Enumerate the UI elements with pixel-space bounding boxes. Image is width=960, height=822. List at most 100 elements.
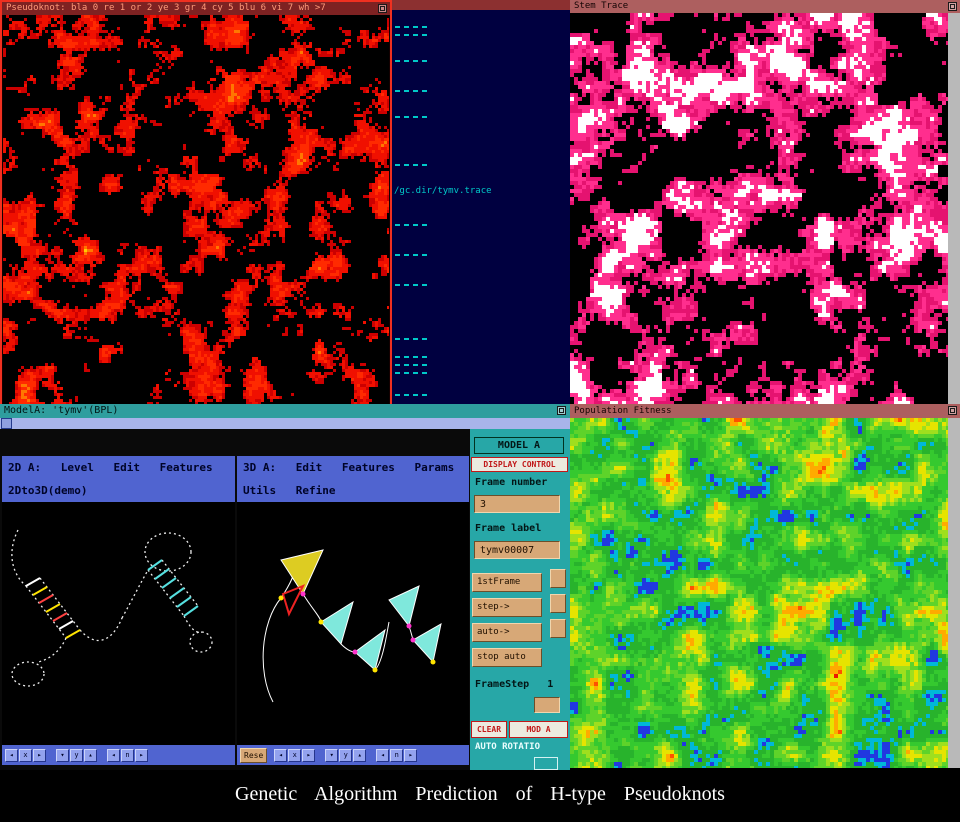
caption-text: Genetic Algorithm Prediction of H-type P… [0, 770, 960, 806]
pseudoknot-heatmap [3, 15, 389, 404]
terminal-window[interactable]: /gc.dir/tymv.trace [392, 0, 570, 404]
population-fitness-title: Population Fitness [574, 406, 672, 416]
caption-bar: Genetic Algorithm Prediction of H-type P… [0, 770, 960, 822]
stem-trace-title: Stem Trace [574, 1, 628, 11]
scroll-right-arrow[interactable]: ▸ [302, 749, 315, 762]
window-menu-icon[interactable] [948, 406, 957, 415]
population-fitness-window: Population Fitness [570, 404, 960, 768]
rna-3d-structure-drawing [237, 502, 469, 745]
scroll-nub[interactable] [1, 418, 12, 429]
window-menu-icon[interactable] [378, 4, 387, 13]
frame-step--button[interactable]: step-> [472, 598, 542, 617]
frame-stop-auto-button[interactable]: stop auto [472, 648, 542, 667]
display-control-panel: MODEL A DISPLAY CONTROL Frame number 3 F… [470, 429, 570, 770]
model-viewer-window: ModelA: 'tymv'(BPL) 2D A: Level Edit Fea… [0, 404, 570, 770]
dash-line [395, 394, 427, 396]
pseudoknot-titlebar[interactable]: Pseudoknot: bla 0 re 1 or 2 ye 3 gr 4 cy… [2, 2, 390, 15]
rna-2d-structure-drawing [2, 502, 235, 745]
menu-2dto3d-demo[interactable]: 2Dto3D(demo) [8, 484, 87, 497]
dash-line [395, 372, 427, 374]
dash-line [395, 60, 427, 62]
model-viewer-title: ModelA: 'tymv'(BPL) [4, 405, 118, 416]
frame-label-label: Frame label [475, 523, 541, 534]
scroll-y-button[interactable]: y [339, 749, 352, 762]
window-menu-icon[interactable] [557, 406, 566, 415]
dash-line [395, 90, 427, 92]
menu-edit[interactable]: Edit [296, 461, 323, 474]
scroll-y-button[interactable]: y [70, 749, 83, 762]
frame-step-value: 1 [547, 679, 553, 690]
menu-edit[interactable]: Edit [114, 461, 141, 474]
dash-line [395, 116, 427, 118]
dash-line [395, 34, 427, 36]
dash-line [395, 356, 427, 358]
menu-features[interactable]: Features [342, 461, 395, 474]
dash-line [395, 364, 427, 366]
frame-number-label: Frame number [475, 477, 547, 488]
scroll-n-button[interactable]: n [121, 749, 134, 762]
panel-3d-scroll-controls: Rese ◂x▸▾y▴◂n▸ [237, 745, 469, 765]
frame-number-field[interactable]: 3 [474, 495, 560, 513]
scroll-left-arrow[interactable]: ◂ [107, 749, 120, 762]
desktop: Pseudoknot: bla 0 re 1 or 2 ye 3 gr 4 cy… [0, 0, 960, 822]
frame-button-toggle[interactable] [550, 569, 566, 588]
scroll-right-arrow[interactable]: ▸ [33, 749, 46, 762]
panel-2d-scroll-controls: ◂x▸▾y▴◂n▸ [2, 745, 235, 765]
panel-3d: 3D A: Edit Features Params Utils Refine [237, 456, 469, 765]
scroll-up-arrow[interactable]: ▴ [353, 749, 366, 762]
submenu-bar-3d: Utils Refine [237, 479, 469, 502]
reset-button[interactable]: Rese [240, 748, 267, 763]
scroll-left-arrow[interactable]: ◂ [5, 749, 18, 762]
frame-auto--button[interactable]: auto-> [472, 623, 542, 642]
structure-3d-view[interactable] [237, 502, 469, 745]
scroll-up-arrow[interactable]: ▴ [84, 749, 97, 762]
dash-line [395, 338, 427, 340]
model-viewer-titlebar[interactable]: ModelA: 'tymv'(BPL) [0, 404, 570, 418]
scroll-left-arrow[interactable]: ◂ [376, 749, 389, 762]
terminal-trace-path: /gc.dir/tymv.trace [394, 186, 492, 196]
mod-a-button[interactable]: MOD A [509, 721, 568, 738]
stem-trace-titlebar[interactable]: Stem Trace [570, 0, 960, 13]
clear-button[interactable]: CLEAR [471, 721, 507, 738]
menu-refine[interactable]: Refine [296, 484, 336, 497]
frame-step-field[interactable] [534, 697, 560, 713]
window-menu-icon[interactable] [948, 2, 957, 11]
population-fitness-titlebar[interactable]: Population Fitness [570, 404, 960, 418]
scroll-right-arrow[interactable]: ▸ [404, 749, 417, 762]
menu-features[interactable]: Features [160, 461, 213, 474]
display-control-header: DISPLAY CONTROL [471, 457, 568, 472]
dash-line [395, 224, 427, 226]
frame-label-field[interactable]: tymv00007 [474, 541, 560, 559]
scroll-down-arrow[interactable]: ▾ [56, 749, 69, 762]
scroll-x-button[interactable]: x [288, 749, 301, 762]
scroll-right-arrow[interactable]: ▸ [135, 749, 148, 762]
submenu-bar-2d: 2Dto3D(demo) [2, 479, 235, 502]
menu-level[interactable]: Level [61, 461, 94, 474]
structure-2d-view[interactable] [2, 502, 235, 745]
frame-buttons: 1stFrame step-> auto-> stop auto [472, 569, 568, 669]
stem-trace-window: Stem Trace [570, 0, 960, 404]
frame-1stframe-button[interactable]: 1stFrame [472, 573, 542, 592]
scroll-left-arrow[interactable]: ◂ [274, 749, 287, 762]
population-fitness-heatmap [570, 418, 948, 768]
menu-params[interactable]: Params [414, 461, 454, 474]
menu-utils[interactable]: Utils [243, 484, 276, 497]
stem-trace-heatmap [570, 13, 948, 404]
panel-3d-name: 3D A: [243, 461, 276, 474]
scroll-n-button[interactable]: n [390, 749, 403, 762]
menu-bar-3d: 3D A: Edit Features Params [237, 456, 469, 479]
dash-line [395, 284, 427, 286]
frame-button-toggle[interactable] [550, 594, 566, 613]
model-viewer-scroll-strip[interactable] [0, 418, 570, 429]
frame-button-toggle[interactable] [550, 619, 566, 638]
menu-bar-2d: 2D A: Level Edit Features [2, 456, 235, 479]
panel-2d-name: 2D A: [8, 461, 41, 474]
auto-rotate-label: AUTO ROTATIO [475, 742, 540, 752]
dash-line [395, 254, 427, 256]
auto-rotate-toggle[interactable] [534, 757, 558, 770]
scroll-x-button[interactable]: x [19, 749, 32, 762]
dash-line [395, 164, 427, 166]
model-a-header: MODEL A [474, 437, 564, 454]
dash-line [395, 26, 427, 28]
scroll-down-arrow[interactable]: ▾ [325, 749, 338, 762]
